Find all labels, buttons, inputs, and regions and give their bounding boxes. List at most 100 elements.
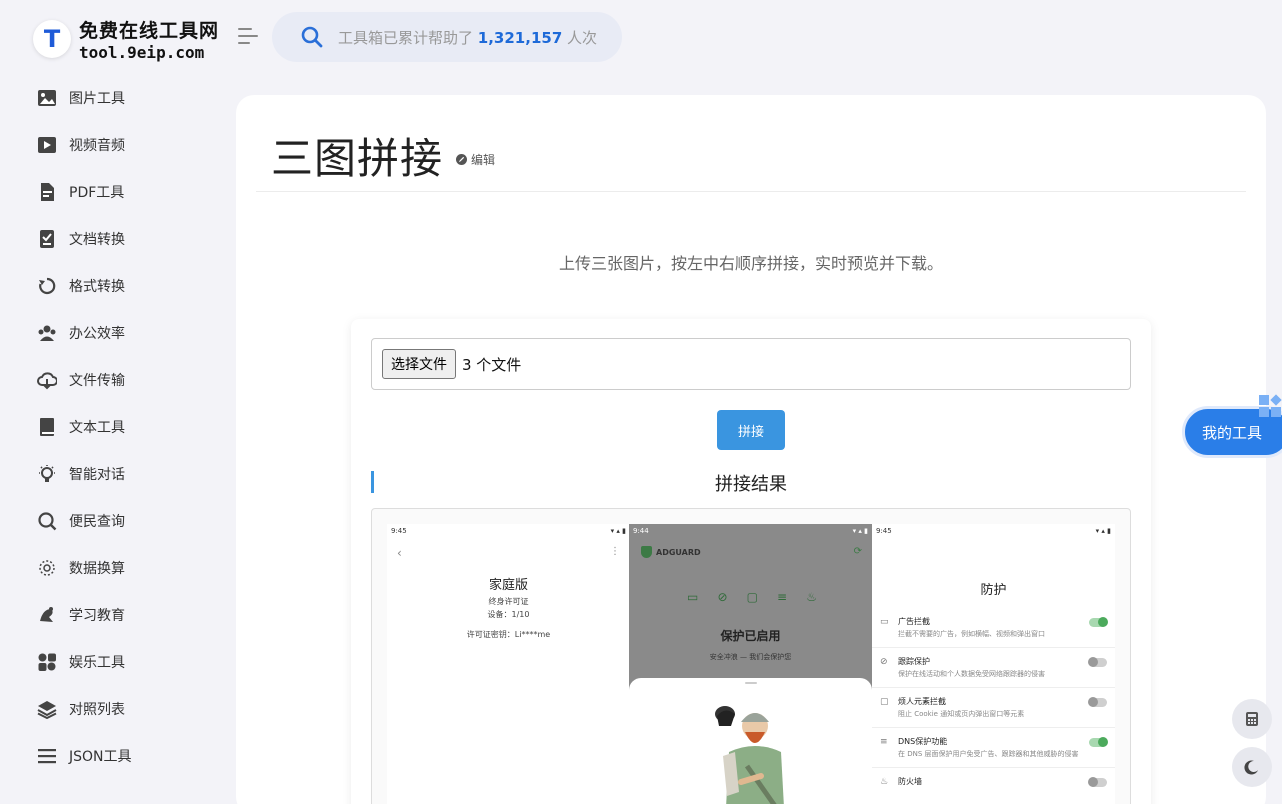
convert-icon bbox=[37, 276, 57, 296]
bulb-icon bbox=[37, 464, 57, 484]
menu-toggle-icon[interactable] bbox=[238, 28, 260, 46]
tools-grid-icon bbox=[1259, 394, 1282, 419]
book-icon bbox=[37, 417, 57, 437]
choose-file-button[interactable]: 选择文件 bbox=[382, 349, 456, 379]
pdf-icon bbox=[37, 182, 57, 202]
cloud-transfer-icon bbox=[37, 370, 57, 390]
education-icon bbox=[37, 605, 57, 625]
apps-icon bbox=[37, 652, 57, 672]
setting-icon: ▢ bbox=[880, 697, 889, 707]
site-domain: tool.9eip.com bbox=[79, 43, 205, 62]
data-icon bbox=[37, 558, 57, 578]
setting-title: 烦人元素拦截 bbox=[898, 697, 946, 706]
sidebar-item-label: 娱乐工具 bbox=[69, 654, 125, 671]
sidebar-item-label: 文件传输 bbox=[69, 372, 125, 389]
sidebar-item[interactable]: 视频音频 bbox=[0, 121, 236, 168]
protection-setting-row: ⊘ 跟踪保护保护在线活动和个人数据免受网络跟踪器的侵害 bbox=[872, 648, 1115, 688]
logo-icon: T bbox=[33, 20, 71, 58]
setting-title: 广告拦截 bbox=[898, 617, 930, 626]
sidebar-item-label: 格式转换 bbox=[69, 278, 125, 295]
setting-desc: 拦截不需要的广告，例如横幅、视频和弹出窗口 bbox=[898, 630, 1045, 638]
document-icon bbox=[37, 229, 57, 249]
sidebar-item[interactable]: 便民查询 bbox=[0, 497, 236, 544]
sidebar-item-label: 视频音频 bbox=[69, 137, 125, 154]
sidebar-item[interactable]: 办公效率 bbox=[0, 309, 236, 356]
protection-title: 防护 bbox=[980, 583, 1007, 598]
sidebar-item[interactable]: 对照列表 bbox=[0, 685, 236, 732]
sidebar-item-label: 数据换算 bbox=[69, 560, 125, 577]
tool-description: 上传三张图片，按左中右顺序拼接，实时预览并下载。 bbox=[558, 254, 943, 273]
dark-mode-icon[interactable] bbox=[1232, 747, 1272, 787]
setting-icon: ⊘ bbox=[880, 657, 888, 667]
site-logo[interactable]: T 免费在线工具网 tool.9eip.com bbox=[33, 16, 219, 62]
team-icon bbox=[37, 323, 57, 343]
layers-icon bbox=[37, 699, 57, 719]
protection-setting-row: ▭ 广告拦截拦截不需要的广告，例如横幅、视频和弹出窗口 bbox=[872, 608, 1115, 648]
sidebar-item[interactable]: 图片工具 bbox=[0, 74, 236, 121]
setting-toggle bbox=[1088, 697, 1107, 707]
calculator-icon[interactable] bbox=[1232, 699, 1272, 739]
sidebar-item[interactable]: 文档转换 bbox=[0, 215, 236, 262]
setting-title: 跟踪保护 bbox=[898, 657, 930, 666]
edit-icon bbox=[456, 154, 467, 165]
sidebar-item-label: 智能对话 bbox=[69, 466, 125, 483]
sidebar-item[interactable]: PDF工具 bbox=[0, 168, 236, 215]
plan-title: 家庭版 bbox=[488, 578, 528, 593]
preview-left-screen: 9:45 ▾ ▴ ▮ ‹ ⋮ 家庭版 终身许可证 设备：1/10 许可证密钥：Li… bbox=[387, 524, 630, 804]
setting-desc: 阻止 Cookie 通知或页内弹出窗口等元素 bbox=[898, 710, 1025, 718]
sidebar: 图片工具视频音频 PDF工具文档转换格式转换办公效率文件传输文本工具智能对话便民查… bbox=[0, 74, 236, 779]
search-bar[interactable]: 工具箱已累计帮助了 1,321,157 人次 bbox=[272, 12, 622, 62]
setting-title: DNS保护功能 bbox=[898, 737, 948, 746]
video-icon bbox=[37, 135, 57, 155]
sidebar-item[interactable]: 娱乐工具 bbox=[0, 638, 236, 685]
viking-mascot-icon bbox=[715, 706, 784, 804]
main-card: 三图拼接 编辑 上传三张图片，按左中右顺序拼接，实时预览并下载。 选择文件 3 … bbox=[236, 95, 1266, 804]
setting-desc: 在 DNS 层面保护用户免受广告、跟踪器和其他威胁的侵害 bbox=[898, 750, 1079, 758]
sidebar-item[interactable]: 文本工具 bbox=[0, 403, 236, 450]
setting-toggle bbox=[1088, 657, 1107, 667]
sidebar-item[interactable]: JSON工具 bbox=[0, 732, 236, 779]
join-button[interactable]: 拼接 bbox=[717, 410, 785, 450]
list-icon bbox=[37, 746, 57, 766]
setting-desc: 保护在线活动和个人数据免受网络跟踪器的侵害 bbox=[898, 670, 1045, 678]
setting-icon: ▭ bbox=[880, 617, 889, 627]
sidebar-item[interactable]: 数据换算 bbox=[0, 544, 236, 591]
tool-panel: 选择文件 3 个文件 拼接 拼接结果 9:45 ▾ ▴ ▮ ‹ ⋮ 家庭版 终身许… bbox=[351, 319, 1151, 804]
sidebar-item-label: 图片工具 bbox=[69, 90, 125, 107]
usage-stat: 工具箱已累计帮助了 1,321,157 人次 bbox=[338, 28, 598, 47]
preview-right-screen: 9:45 ▾ ▴ ▮ 防护 ▭ 广告拦截 拦截不需要的广告，例如横幅、视频和弹出窗口 ⊘… bbox=[872, 524, 1115, 804]
sidebar-item-label: 便民查询 bbox=[69, 513, 125, 530]
edit-link[interactable]: 编辑 bbox=[456, 151, 495, 168]
result-title: 拼接结果 bbox=[715, 474, 787, 495]
usage-count: 1,321,157 bbox=[477, 28, 563, 47]
sidebar-item-label: 学习教育 bbox=[69, 607, 125, 624]
setting-title: 防火墙 bbox=[898, 777, 922, 786]
sidebar-item[interactable]: 文件传输 bbox=[0, 356, 236, 403]
result-preview: 9:45 ▾ ▴ ▮ ‹ ⋮ 家庭版 终身许可证 设备：1/10 许可证密钥：Li… bbox=[371, 508, 1131, 804]
image-icon bbox=[37, 88, 57, 108]
setting-toggle bbox=[1089, 737, 1108, 747]
sidebar-item-label: 对照列表 bbox=[69, 701, 125, 718]
file-input[interactable]: 选择文件 3 个文件 bbox=[371, 338, 1131, 390]
setting-icon: ♨ bbox=[880, 777, 889, 787]
setting-icon: ≡ bbox=[880, 737, 888, 747]
preview-middle-screen: 9:44 ▾ ▴ ▮ ADGUARD ⟳ ▭ ⊘ ▢ ≡ ♨ 保护已启用 安全冲浪 — 我… bbox=[629, 524, 872, 804]
search-icon bbox=[37, 511, 57, 531]
sidebar-item[interactable]: 学习教育 bbox=[0, 591, 236, 638]
protection-setting-row: ▢ 烦人元素拦截阻止 Cookie 通知或页内弹出窗口等元素 bbox=[872, 688, 1115, 728]
file-count: 3 个文件 bbox=[462, 355, 522, 374]
sidebar-item-label: JSON工具 bbox=[69, 748, 132, 765]
divider bbox=[256, 191, 1246, 192]
sidebar-item[interactable]: 智能对话 bbox=[0, 450, 236, 497]
sidebar-item-label: 文档转换 bbox=[69, 231, 125, 248]
sidebar-item[interactable]: 格式转换 bbox=[0, 262, 236, 309]
sidebar-item-label: PDF工具 bbox=[69, 184, 125, 201]
site-name: 免费在线工具网 bbox=[79, 20, 220, 42]
mascot-sheet bbox=[629, 678, 872, 804]
sidebar-item-label: 文本工具 bbox=[69, 419, 125, 436]
setting-toggle bbox=[1088, 777, 1107, 787]
page-title: 三图拼接 bbox=[271, 134, 444, 183]
search-icon bbox=[301, 26, 323, 48]
shield-icon bbox=[641, 546, 652, 558]
protection-setting-row: ♨ 防火墙 bbox=[872, 768, 1115, 804]
